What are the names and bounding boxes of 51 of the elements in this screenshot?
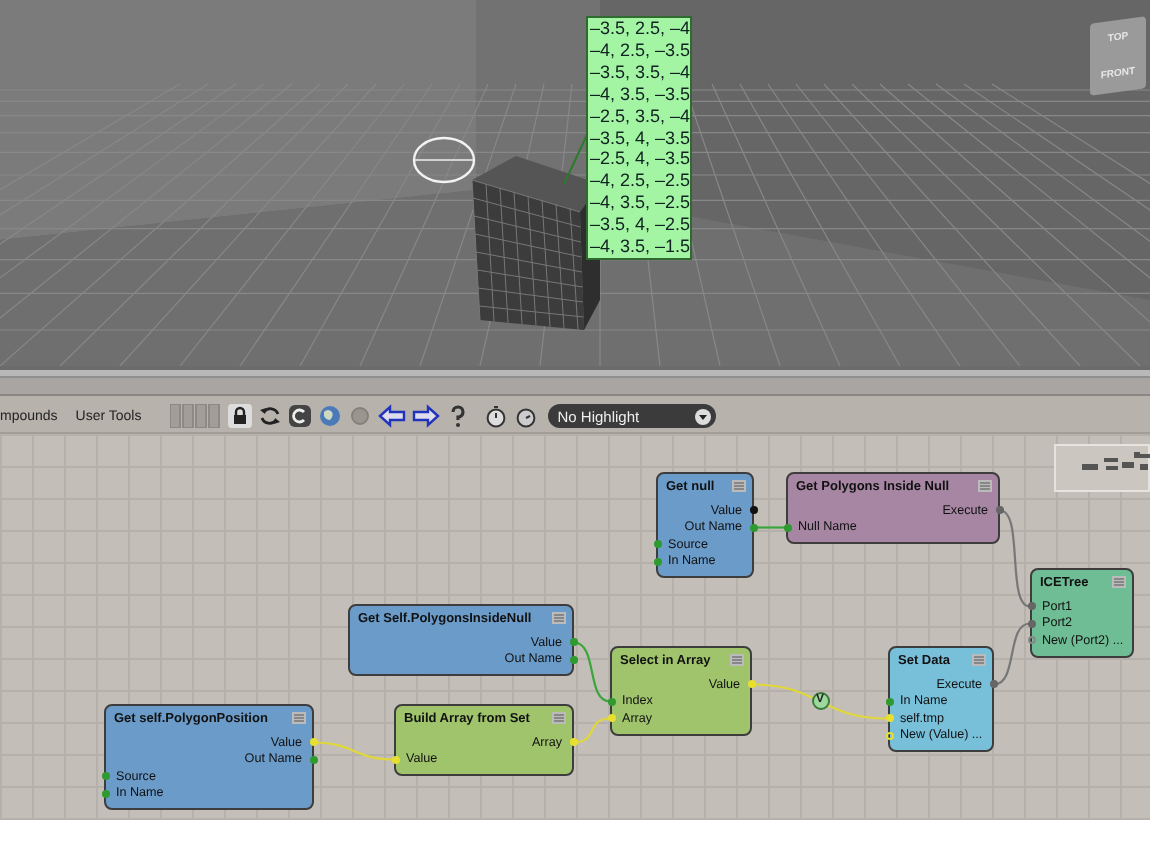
port-dot[interactable] [391, 755, 399, 764]
coordinate-label: –2.5, 4, –3.5 [590, 148, 688, 171]
graph-wire [993, 622, 1031, 686]
coordinate-label: –4, 3.5, –3.5 [590, 83, 688, 106]
clock-icon[interactable] [513, 404, 538, 428]
port-dot[interactable] [653, 557, 661, 566]
port-dot[interactable] [885, 714, 893, 723]
port-dot[interactable] [607, 697, 615, 706]
port-dot[interactable] [989, 680, 997, 689]
graph-wire [573, 641, 611, 703]
graph-wire [999, 509, 1031, 608]
port-dot[interactable] [101, 772, 109, 781]
port-dot[interactable] [309, 738, 317, 747]
port-dot[interactable] [569, 638, 577, 647]
graph-wire [751, 683, 889, 720]
port-dot[interactable] [747, 680, 755, 689]
left-arrow-icon[interactable] [377, 404, 406, 428]
help-icon[interactable] [445, 404, 470, 428]
coordinate-label: –4, 3.5, –2.5 [590, 192, 688, 215]
dot-icon[interactable] [347, 404, 372, 428]
graph-wire [313, 741, 395, 761]
port-dot[interactable] [101, 789, 109, 798]
right-arrow-icon[interactable] [411, 404, 440, 428]
graph-wire [754, 526, 786, 529]
refresh-icon[interactable] [257, 404, 282, 428]
stopwatch-icon[interactable] [483, 404, 508, 428]
coordinate-label: –4, 3.5, –1.5 [590, 236, 688, 258]
c-icon[interactable] [287, 404, 312, 428]
lock-icon[interactable] [227, 404, 252, 428]
port-dot[interactable] [569, 655, 577, 664]
port-dot[interactable] [1027, 602, 1035, 611]
graph-wire [573, 717, 611, 744]
coordinate-label: –3.5, 4, –3.5 [590, 127, 688, 149]
port-dot[interactable] [1027, 619, 1035, 628]
coordinate-label: –2.5, 3.5, –4 [590, 105, 688, 128]
port-dot[interactable] [653, 540, 661, 549]
coordinate-label: –3.5, 2.5, –4 [590, 18, 688, 40]
port-dot[interactable] [783, 523, 791, 532]
caret-icon [693, 407, 712, 425]
port-dot[interactable] [309, 755, 317, 764]
port-dot[interactable] [607, 714, 615, 723]
coordinate-label: –3.5, 3.5, –4 [590, 61, 688, 84]
coordinate-label: –3.5, 4, –2.5 [590, 214, 688, 237]
port-dot[interactable] [569, 738, 577, 747]
port-dot[interactable] [749, 523, 757, 532]
coordinate-label: –4, 2.5, –2.5 [590, 170, 688, 193]
port-dot[interactable] [885, 697, 893, 706]
port-dot[interactable] [749, 506, 757, 515]
coordinate-label: –4, 2.5, –3.5 [590, 39, 688, 62]
port-dot[interactable] [1027, 636, 1035, 645]
port-dot[interactable] [995, 506, 1003, 515]
